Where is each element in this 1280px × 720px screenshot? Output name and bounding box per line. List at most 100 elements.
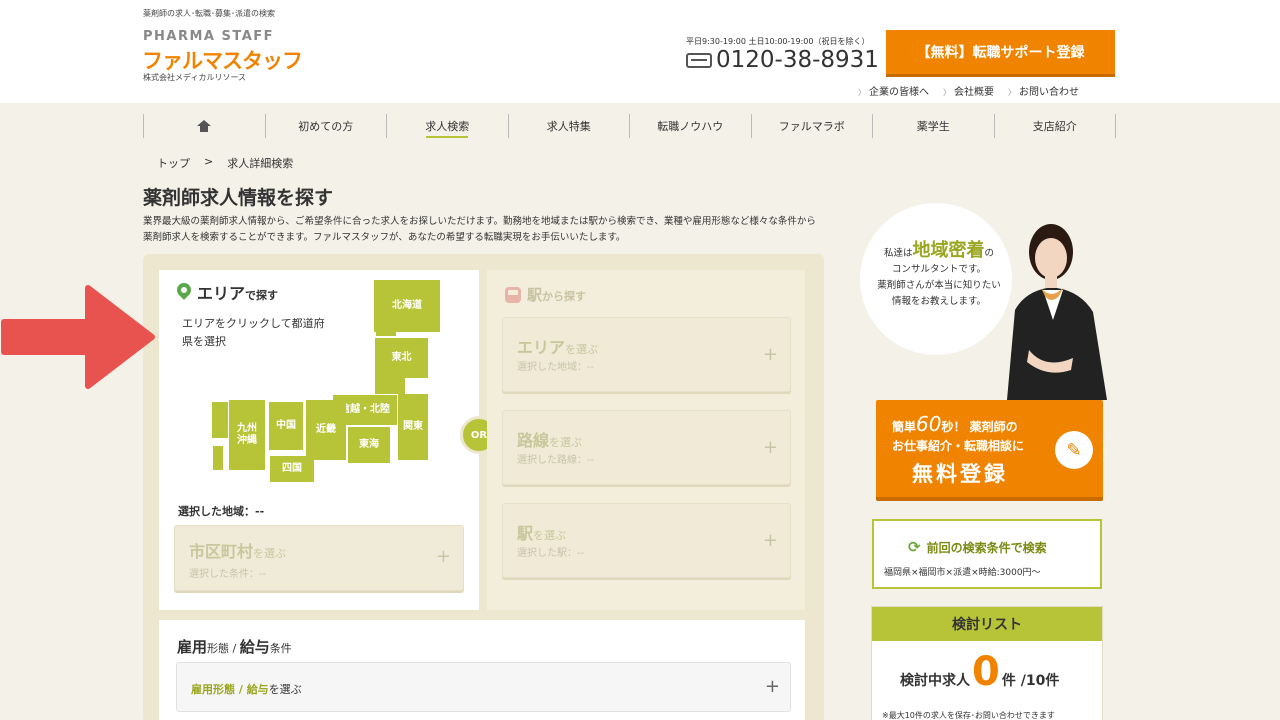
consideration-list: 検討リスト 検討中求人 0 件 /10件 ※最大10件の求人を保存･お問い合わせ… [871, 606, 1103, 720]
station-card-title-suffix: を選ぶ [533, 529, 567, 542]
site-tagline: 薬剤師の求人･転職･募集･派遣の検索 [143, 9, 275, 18]
employment-select-card[interactable]: 雇用形態 / 給与を選ぶ + [176, 662, 791, 712]
kyushu-west [212, 402, 228, 438]
area-help-text: エリアをクリックして都道府県を選択 [182, 317, 325, 348]
refresh-icon: ⟳ [908, 538, 921, 556]
business-hours: 平日9:30-19:00 土日10:00-19:00（祝日を除く） [686, 37, 870, 46]
link-contact[interactable]: お問い合わせ [1008, 83, 1079, 98]
region-tohoku[interactable]: 東北 [375, 338, 428, 378]
header-sublinks: 企業の皆様へ 会社概要 お問い合わせ [858, 83, 1079, 98]
station-area-title-suffix: を選ぶ [565, 343, 599, 356]
city-select-title-suffix: を選ぶ [253, 547, 287, 560]
city-select-title: 市区町村を選ぶ [189, 538, 286, 562]
pencil-icon: ✎ [1055, 431, 1093, 469]
previous-search-title: ⟳ 前回の検索条件で検索 [908, 538, 1047, 556]
count-pre: 検討中求人 [900, 673, 970, 689]
route-title: 路線を選ぶ [517, 427, 582, 451]
okinawa-shape [213, 446, 223, 470]
area-search-title: エリアで探す [197, 280, 278, 304]
register-button[interactable]: 【無料】転職サポート登録 [886, 30, 1115, 77]
route-selected: 選択した路線：-- [517, 455, 595, 466]
link-for-companies[interactable]: 企業の皆様へ [858, 83, 929, 98]
station-area-card[interactable]: エリアを選ぶ 選択した地域：-- + [502, 317, 791, 392]
employment-select-label: 雇用形態 / 給与を選ぶ [191, 681, 302, 697]
signup-b: 秒！ 薬剤師の [941, 420, 1018, 434]
station-search-heading: 駅から探す [505, 284, 586, 305]
plus-icon: + [762, 437, 778, 458]
breadcrumb: トップ > 求人詳細検索 [157, 155, 293, 171]
breadcrumb-current: 求人詳細検索 [227, 157, 294, 170]
employment-title-a-small: 形態 [207, 642, 230, 655]
nav-first-time[interactable]: 初めての方 [266, 114, 387, 138]
station-title-suffix: から探す [542, 290, 587, 303]
station-area-title-main: エリア [517, 338, 566, 357]
area-title-suffix: で探す [245, 289, 279, 302]
free-signup-banner[interactable]: 簡単60秒！ 薬剤師の お仕事紹介・転職相談に 無料登録 ✎ [876, 400, 1103, 501]
nav-job-search[interactable]: 求人検索 [387, 114, 509, 138]
consideration-count: 検討中求人 0 件 /10件 [900, 649, 1059, 695]
consult-highlight: 地域密着 [912, 240, 985, 261]
tohoku-south [375, 378, 405, 394]
region-shikoku[interactable]: 四国 [270, 456, 314, 482]
previous-search-detail: 福岡県×福岡市×派遣×時給:3000円〜 [884, 568, 1041, 578]
plus-icon: + [762, 530, 778, 551]
region-hokkaido[interactable]: 北海道 [374, 280, 440, 332]
city-select-card[interactable]: 市区町村を選ぶ 選択した条件：-- + [174, 525, 464, 591]
route-title-suffix: を選ぶ [549, 436, 583, 449]
signup-line1: 簡単60秒！ 薬剤師の [892, 412, 1018, 436]
nav-career-tips[interactable]: 転職ノウハウ [630, 114, 752, 138]
employment-label-b: 給与 [246, 683, 269, 696]
phone-number-text: 0120-38-8931 [716, 47, 879, 73]
station-card[interactable]: 駅を選ぶ 選択した駅：-- + [502, 503, 791, 578]
nav-job-features[interactable]: 求人特集 [509, 114, 630, 138]
plus-icon: + [764, 676, 780, 697]
station-area-selected: 選択した地域：-- [517, 362, 595, 373]
selected-area-label: 選択した地域：-- [178, 505, 265, 518]
employment-label-suffix: を選ぶ [268, 683, 302, 696]
area-title-main: エリア [197, 284, 246, 303]
employment-title-sep: / [229, 642, 240, 655]
region-kyushu-okinawa[interactable]: 九州 沖縄 [229, 400, 265, 470]
route-title-main: 路線 [517, 431, 550, 450]
count-post: 件 /10件 [1001, 673, 1060, 689]
train-icon [505, 286, 521, 303]
region-tokai[interactable]: 東海 [348, 427, 390, 463]
city-select-title-main: 市区町村 [189, 542, 254, 561]
signup-line3: 無料登録 [912, 462, 1008, 486]
signup-a: 簡単 [892, 420, 917, 434]
logo-top-text[interactable]: PHARMA STAFF [143, 29, 274, 44]
hokkaido-tail [376, 326, 396, 336]
company-name: 株式会社メディカルリソース [143, 73, 247, 82]
breadcrumb-separator: > [204, 155, 214, 168]
employment-title-b-small: 条件 [269, 642, 292, 655]
previous-search-title-text: 前回の検索条件で検索 [926, 540, 1047, 555]
plus-icon: + [762, 344, 778, 365]
nav-pharma-lab[interactable]: ファルマラボ [752, 114, 873, 138]
map-pin-icon [177, 283, 191, 301]
employment-label-sep: / [235, 683, 247, 696]
station-card-title: 駅を選ぶ [517, 520, 566, 544]
region-chugoku[interactable]: 中国 [269, 402, 303, 450]
nav-students[interactable]: 薬学生 [873, 114, 995, 138]
link-company-profile[interactable]: 会社概要 [943, 83, 994, 98]
breadcrumb-top[interactable]: トップ [157, 155, 190, 171]
area-search-heading: エリアで探す [177, 280, 278, 304]
phone-number[interactable]: 0120-38-8931 [686, 47, 879, 73]
nav-branches[interactable]: 支店紹介 [995, 114, 1116, 138]
region-kanto[interactable]: 関東 [398, 394, 428, 460]
region-kinki[interactable]: 近畿 [306, 400, 346, 460]
employment-title: 雇用形態 / 給与条件 [177, 636, 292, 657]
signup-line2: お仕事紹介・転職相談に [892, 439, 1025, 453]
route-card[interactable]: 路線を選ぶ 選択した路線：-- + [502, 410, 791, 485]
consideration-note: ※最大10件の求人を保存･お問い合わせできます [882, 711, 1055, 720]
employment-title-b: 給与 [239, 638, 270, 656]
consult-pre: 私達は [883, 248, 913, 259]
free-dial-icon [686, 52, 712, 68]
global-nav: 初めての方 求人検索 求人特集 転職ノウハウ ファルマラボ 薬学生 支店紹介 [143, 114, 1116, 138]
nav-home[interactable] [144, 114, 266, 138]
count-value: 0 [972, 649, 1000, 695]
site-header: 薬剤師の求人･転職･募集･派遣の検索 PHARMA STAFF ファルマスタッフ… [0, 0, 1280, 103]
site-logo[interactable]: ファルマスタッフ [142, 45, 303, 75]
previous-search-box[interactable]: ⟳ 前回の検索条件で検索 福岡県×福岡市×派遣×時給:3000円〜 [872, 519, 1102, 589]
station-area-title: エリアを選ぶ [517, 334, 598, 358]
